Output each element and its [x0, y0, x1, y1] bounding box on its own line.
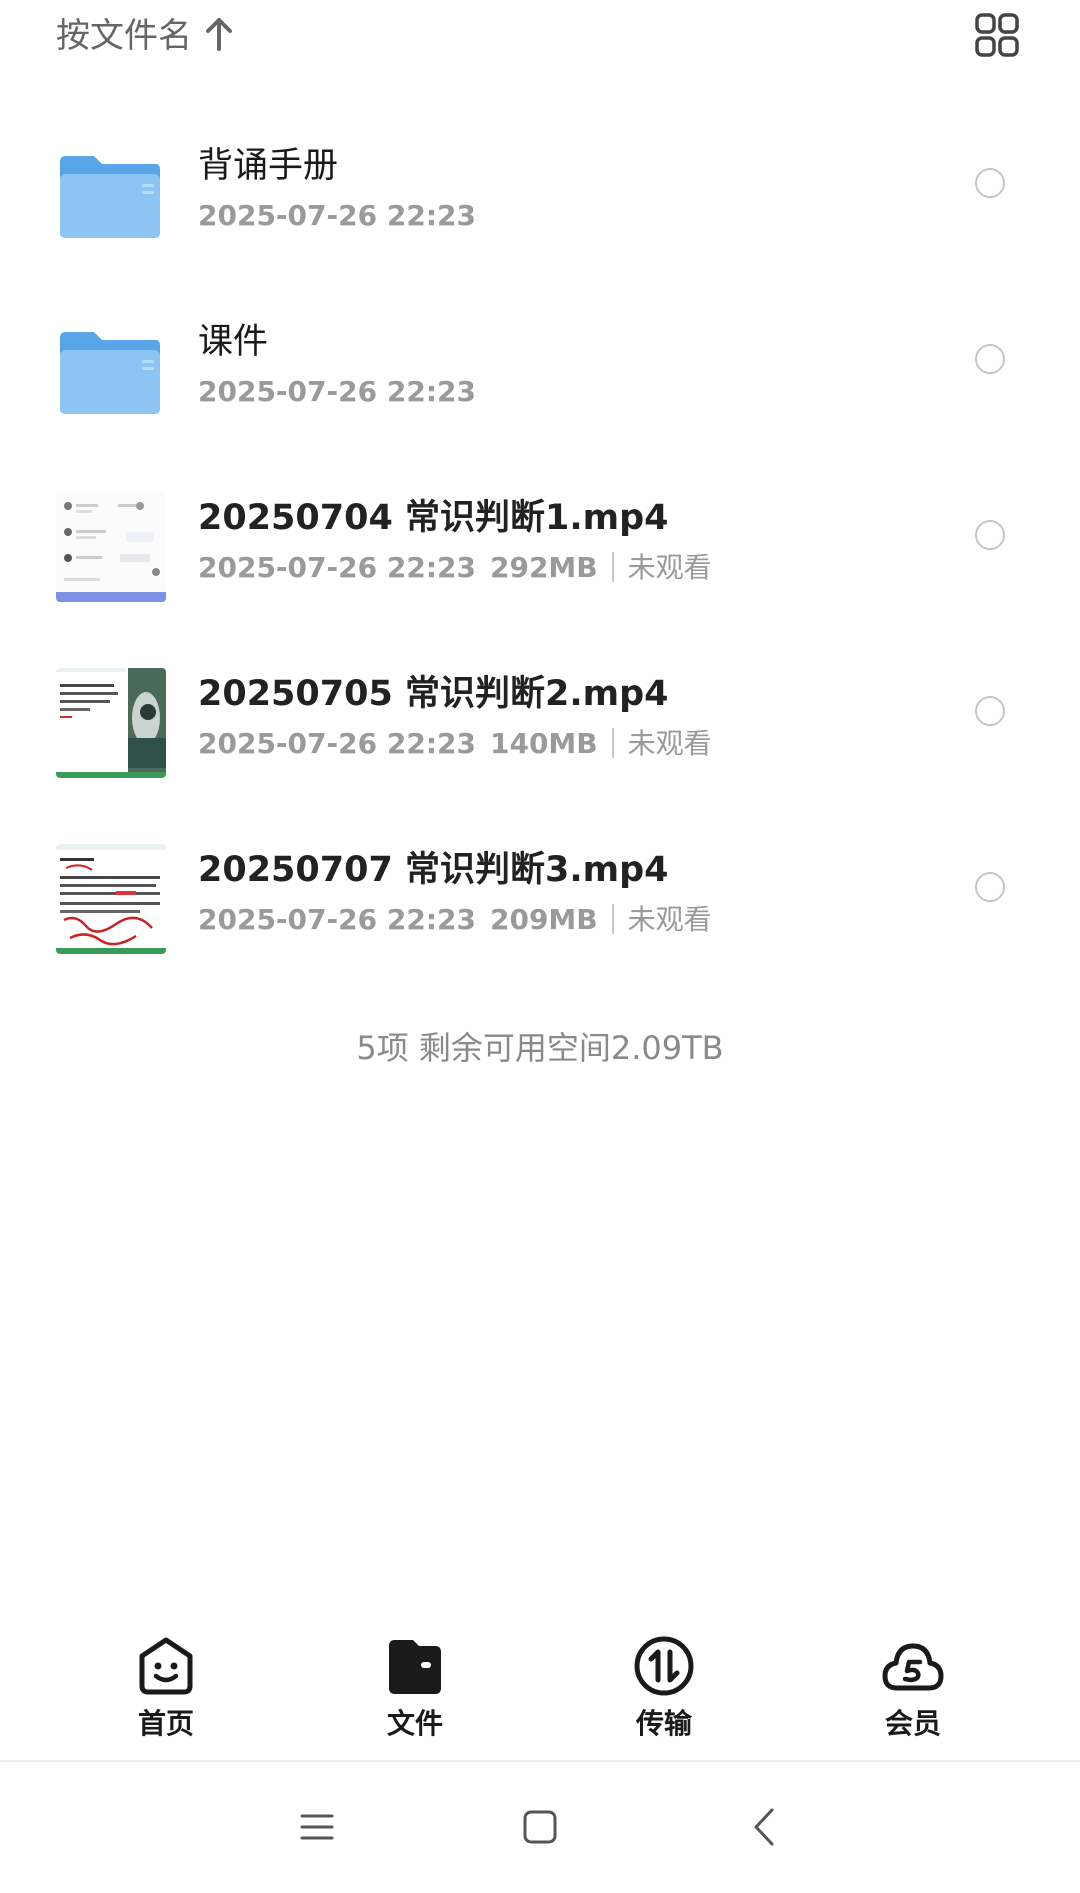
folder-icon [56, 140, 166, 250]
file-name: 20250704 常识判断1.mp4 [198, 498, 669, 538]
file-date: 2025-07-26 22:23 [198, 199, 476, 232]
cloud-vip-icon [882, 1643, 944, 1691]
file-meta: 2025-07-26 22:23 292MB 未观看 [198, 548, 712, 588]
select-checkbox[interactable] [975, 520, 1005, 550]
select-checkbox[interactable] [975, 344, 1005, 374]
transfer-icon [634, 1636, 694, 1696]
file-size: 209MB [489, 903, 598, 936]
back-icon[interactable] [742, 1802, 792, 1852]
tab-label: 文件 [386, 1707, 443, 1740]
watch-status: 未观看 [627, 903, 712, 936]
storage-summary: 5项 剩余可用空间2.09TB [356, 1029, 724, 1067]
file-name: 20250705 常识判断2.mp4 [198, 674, 669, 714]
video-thumbnail [56, 668, 166, 778]
wallet-folder-icon [389, 1640, 441, 1694]
tab-transfer[interactable]: 传输 [584, 1634, 744, 1754]
video-thumbnail [56, 844, 166, 954]
file-date: 2025-07-26 22:23 [198, 551, 476, 584]
file-meta: 2025-07-26 22:23 140MB 未观看 [198, 724, 712, 764]
file-meta: 2025-07-26 22:23 [198, 372, 476, 412]
file-date: 2025-07-26 22:23 [198, 727, 476, 760]
tab-label: 会员 [884, 1707, 941, 1740]
meta-divider [611, 552, 614, 582]
watch-status: 未观看 [627, 727, 712, 760]
smiley-home-icon [139, 1637, 193, 1695]
select-checkbox[interactable] [975, 168, 1005, 198]
tab-label: 首页 [137, 1707, 194, 1740]
file-name: 20250707 常识判断3.mp4 [198, 850, 669, 890]
file-date: 2025-07-26 22:23 [198, 375, 476, 408]
sort-by-name-button[interactable]: 按文件名 [56, 14, 192, 58]
file-list: 背诵手册 2025-07-26 22:23 课件 2025-07-26 22:2… [0, 100, 1080, 980]
sort-bar: 按文件名 [0, 0, 1080, 72]
folder-icon [56, 316, 166, 426]
bottom-tab-bar: 首页 文件 传输 会员 [0, 1620, 1080, 1760]
file-size: 292MB [489, 551, 598, 584]
watch-status: 未观看 [627, 551, 712, 584]
tab-home[interactable]: 首页 [86, 1634, 246, 1754]
file-row[interactable]: 20250705 常识判断2.mp4 2025-07-26 22:23 140MB… [0, 628, 1080, 804]
arrow-up-icon[interactable] [204, 16, 234, 52]
file-name: 课件 [198, 322, 269, 362]
home-square-icon[interactable] [515, 1802, 565, 1852]
menu-icon[interactable] [292, 1802, 342, 1852]
file-meta: 2025-07-26 22:23 209MB 未观看 [198, 900, 712, 940]
file-name: 背诵手册 [198, 146, 339, 186]
file-row[interactable]: 背诵手册 2025-07-26 22:23 [0, 100, 1080, 276]
video-thumbnail [56, 492, 166, 602]
file-row[interactable]: 20250704 常识判断1.mp4 2025-07-26 22:23 292MB… [0, 452, 1080, 628]
tab-vip[interactable]: 会员 [833, 1634, 993, 1754]
meta-divider [611, 728, 614, 758]
file-row[interactable]: 课件 2025-07-26 22:23 [0, 276, 1080, 452]
system-nav-bar [0, 1762, 1080, 1893]
grid-view-icon[interactable] [974, 12, 1020, 58]
meta-divider [611, 904, 614, 934]
tab-files[interactable]: 文件 [335, 1634, 495, 1754]
select-checkbox[interactable] [975, 872, 1005, 902]
file-meta: 2025-07-26 22:23 [198, 196, 476, 236]
file-date: 2025-07-26 22:23 [198, 903, 476, 936]
tab-label: 传输 [635, 1707, 692, 1740]
file-size: 140MB [489, 727, 598, 760]
file-row[interactable]: 20250707 常识判断3.mp4 2025-07-26 22:23 209MB… [0, 804, 1080, 980]
select-checkbox[interactable] [975, 696, 1005, 726]
